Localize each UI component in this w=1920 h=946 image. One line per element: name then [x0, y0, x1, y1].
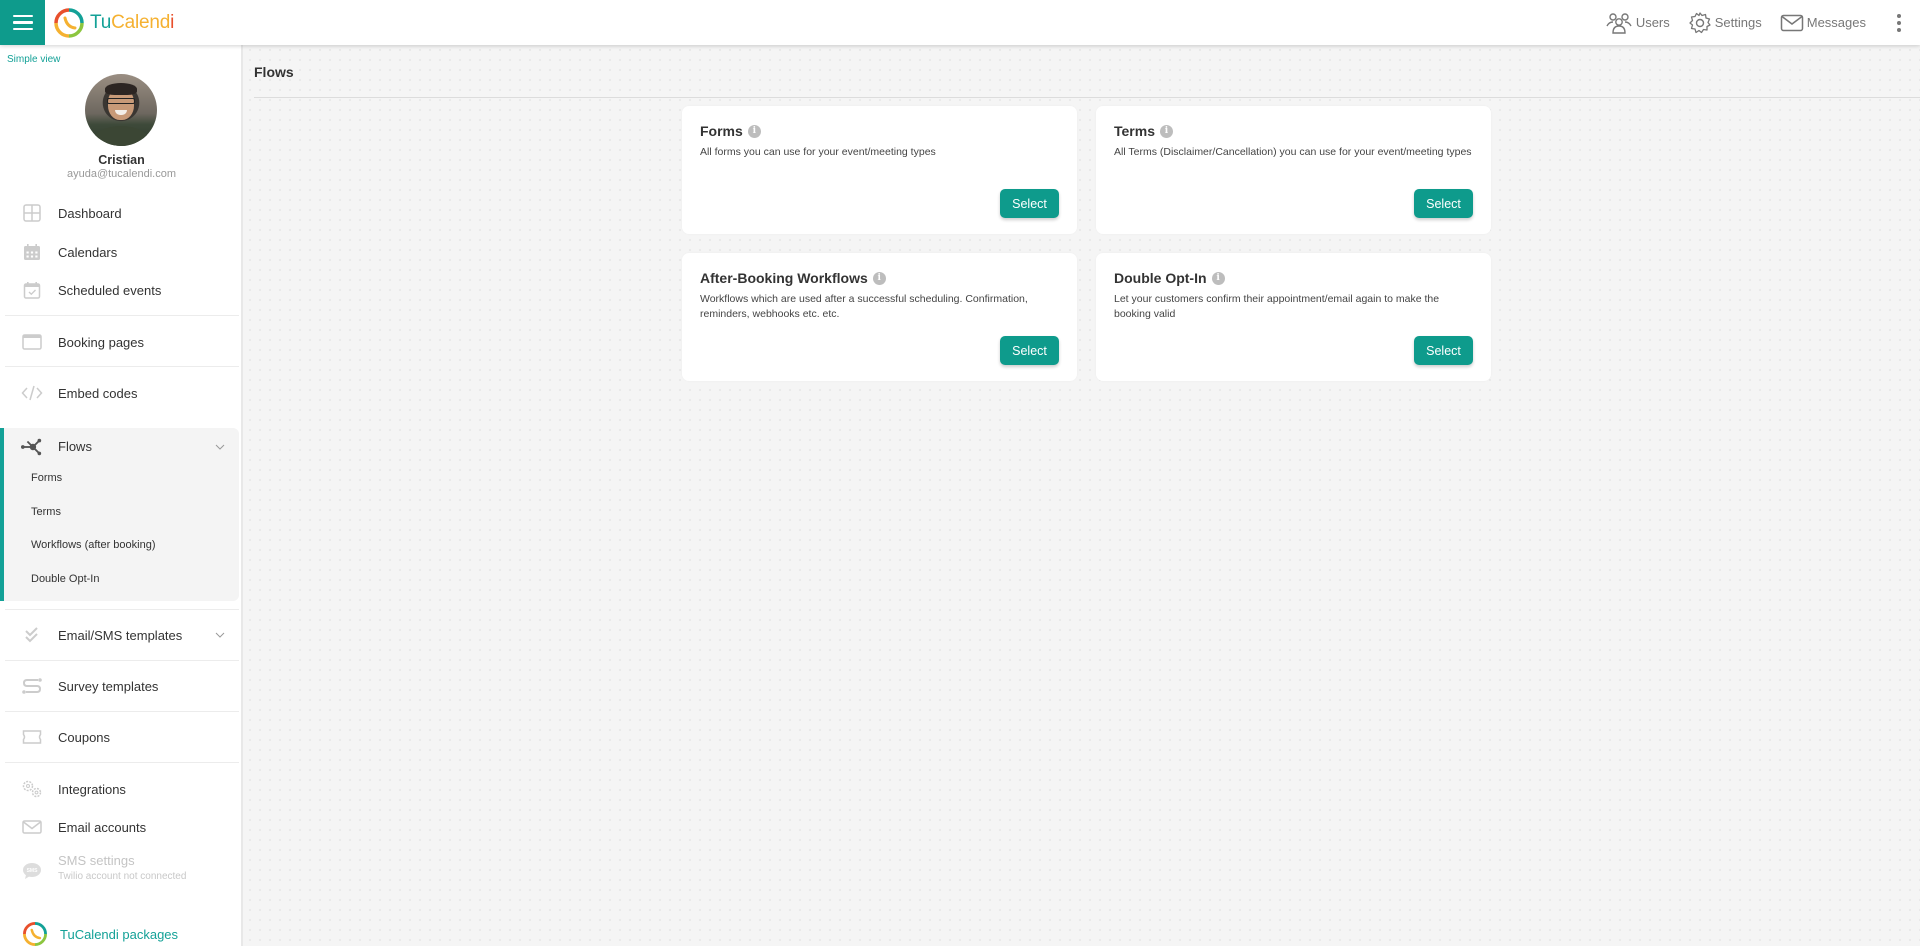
- sidebar-item-dashboard[interactable]: Dashboard: [0, 195, 241, 231]
- user-name: Cristian: [98, 153, 145, 167]
- chevron-down-icon[interactable]: [214, 629, 226, 641]
- card-description: All Terms (Disclaimer/Cancellation) you …: [1114, 146, 1472, 158]
- hamburger-icon: [12, 14, 33, 31]
- sidebar-subitem-forms[interactable]: Forms: [31, 472, 62, 484]
- sms-status-text: Twilio account not connected: [58, 871, 187, 882]
- ticket-icon: [21, 726, 43, 748]
- gear-icon: [1689, 11, 1711, 33]
- card-title: Terms i: [1114, 123, 1173, 139]
- tucalendi-logo-icon: [54, 7, 84, 38]
- top-bar: TuCalendi Users Settings Messages: [0, 0, 1920, 45]
- page-title: Flows: [254, 64, 294, 80]
- title-divider: [254, 97, 1920, 98]
- card-title: After-Booking Workflows i: [700, 270, 886, 286]
- select-forms-button[interactable]: Select: [1000, 189, 1059, 218]
- sidebar-divider: [5, 315, 239, 316]
- info-icon[interactable]: i: [1211, 271, 1225, 285]
- sidebar-item-booking-pages[interactable]: Booking pages: [0, 324, 241, 360]
- sidebar-item-calendars[interactable]: Calendars: [0, 234, 241, 270]
- svg-text:SMS: SMS: [27, 868, 39, 874]
- simple-view-link[interactable]: Simple view: [7, 54, 60, 65]
- select-double-opt-in-button[interactable]: Select: [1414, 336, 1473, 365]
- sidebar-divider: [5, 609, 239, 610]
- card-description: Let your customers confirm their appoint…: [1114, 293, 1440, 320]
- users-label: Users: [1635, 15, 1670, 30]
- users-icon: [1606, 12, 1632, 34]
- messages-label: Messages: [1806, 15, 1866, 30]
- sidebar-item-sms-settings: SMS settings: [58, 853, 135, 868]
- flows-network-icon: [21, 436, 43, 458]
- sidebar-item-label: Dashboard: [58, 205, 122, 221]
- sidebar-item-label: Survey templates: [58, 678, 159, 694]
- chevron-down-icon[interactable]: [214, 441, 226, 453]
- card-title: Double Opt-In i: [1114, 270, 1225, 286]
- sidebar-item-label: Calendars: [58, 244, 118, 260]
- card-title: Forms i: [700, 123, 761, 139]
- sidebar-item-integrations[interactable]: Integrations: [0, 771, 241, 807]
- select-workflows-button[interactable]: Select: [1000, 336, 1059, 365]
- tucalendi-logo-icon: [23, 922, 47, 946]
- survey-flow-icon: [21, 675, 43, 697]
- sidebar-item-coupons[interactable]: Coupons: [0, 719, 241, 755]
- users-button[interactable]: Users: [1605, 11, 1670, 35]
- sidebar-item-flows[interactable]: Flows: [0, 428, 239, 465]
- card-forms: Forms i All forms you can use for your ev…: [682, 106, 1077, 234]
- card-after-booking-workflows: After-Booking Workflows i Workflows which…: [682, 253, 1077, 381]
- sidebar-subitem-terms[interactable]: Terms: [31, 506, 61, 518]
- sidebar-item-label: Integrations: [58, 781, 126, 797]
- sidebar-item-label: Embed codes: [58, 385, 138, 401]
- sidebar-item-label: Booking pages: [58, 334, 145, 350]
- card-double-opt-in: Double Opt-In i Let your customers confir…: [1096, 253, 1491, 381]
- calendar-check-icon: [21, 279, 43, 301]
- messages-button[interactable]: Messages: [1780, 13, 1866, 33]
- sidebar-divider: [5, 660, 239, 661]
- card-terms: Terms i All Terms (Disclaimer/Cancellatio…: [1096, 106, 1491, 234]
- select-terms-button[interactable]: Select: [1414, 189, 1473, 218]
- sidebar-item-scheduled-events[interactable]: Scheduled events: [0, 272, 241, 308]
- sidebar-item-survey-templates[interactable]: Survey templates: [0, 668, 241, 704]
- sidebar-subitem-double-opt-in[interactable]: Double Opt-In: [31, 573, 99, 585]
- main-content: Flows Forms i All forms you can use for y…: [245, 45, 1920, 946]
- sidebar-item-label: Coupons: [58, 729, 111, 745]
- app-logo[interactable]: TuCalendi: [53, 7, 174, 39]
- calendar-icon: [21, 241, 43, 263]
- sidebar-subitem-workflows[interactable]: Workflows (after booking): [31, 539, 156, 551]
- sidebar-item-label: Email accounts: [58, 819, 147, 835]
- user-email: ayuda@tucalendi.com: [66, 168, 176, 180]
- card-description: All forms you can use for your event/mee…: [700, 146, 936, 158]
- sidebar-item-email-sms-templates[interactable]: Email/SMS templates: [0, 617, 241, 653]
- double-check-icon: [21, 624, 43, 646]
- sidebar-item-label: Email/SMS templates: [58, 627, 183, 643]
- browser-window-icon: [21, 331, 43, 353]
- kebab-menu-icon[interactable]: [1888, 12, 1910, 33]
- info-icon[interactable]: i: [1159, 124, 1173, 138]
- top-actions: Users Settings Messages: [1605, 0, 1920, 45]
- gears-icon: [21, 778, 43, 800]
- sidebar-group-flows: Flows Forms Terms Workflows (after booki…: [0, 428, 239, 601]
- sidebar-item-email-accounts[interactable]: Email accounts: [0, 809, 241, 845]
- info-icon[interactable]: i: [747, 124, 761, 138]
- sidebar-divider: [5, 711, 239, 712]
- sidebar-item-label: Scheduled events: [58, 282, 162, 298]
- hamburger-menu-button[interactable]: [0, 0, 45, 45]
- sms-bubble-icon: SMS: [21, 860, 43, 882]
- card-description: Workflows which are used after a success…: [700, 293, 1028, 320]
- logo-text: TuCalendi: [90, 11, 175, 33]
- sidebar-divider: [5, 762, 239, 763]
- sidebar: Simple view Cristian ayuda@tucalendi.com…: [0, 45, 243, 946]
- sidebar-item-label: Flows: [58, 439, 92, 454]
- settings-label: Settings: [1714, 15, 1762, 30]
- code-icon: [21, 382, 43, 404]
- sidebar-item-embed-codes[interactable]: Embed codes: [0, 375, 241, 411]
- envelope-icon: [1780, 14, 1803, 31]
- dashboard-grid-icon: [21, 202, 43, 224]
- info-icon[interactable]: i: [872, 271, 886, 285]
- packages-label: TuCalendi packages: [60, 926, 179, 942]
- envelope-icon: [21, 816, 43, 838]
- sidebar-divider: [5, 366, 239, 367]
- settings-button[interactable]: Settings: [1688, 11, 1762, 35]
- tucalendi-packages-link[interactable]: TuCalendi packages: [22, 921, 178, 946]
- avatar[interactable]: [85, 74, 157, 146]
